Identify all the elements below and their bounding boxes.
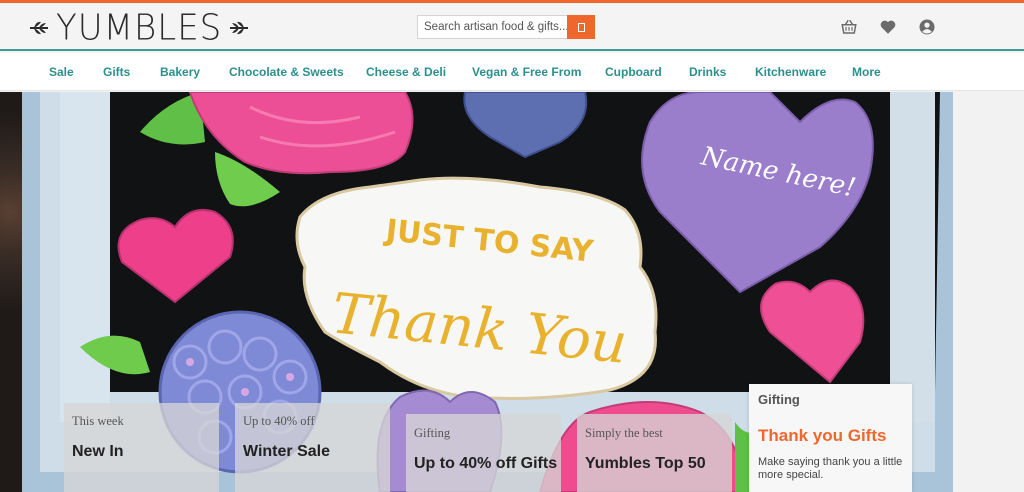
featured-panel-thank-you-gifts[interactable]: Gifting Thank you Gifts Make saying than… xyxy=(749,384,912,492)
main-nav: Sale Gifts Bakery Chocolate & Sweets Che… xyxy=(0,53,1024,91)
nav-item-chocolate-sweets[interactable]: Chocolate & Sweets xyxy=(229,65,344,79)
site-header: YUMBLES xyxy=(0,3,1024,51)
tile-kicker: Gifting xyxy=(414,426,451,440)
hero-banner[interactable]: Name here! JUST TO SAY Thank You This we… xyxy=(0,92,1024,492)
nav-item-vegan-free-from[interactable]: Vegan & Free From xyxy=(472,65,581,79)
nav-item-cheese-deli[interactable]: Cheese & Deli xyxy=(366,65,446,79)
tile-title: Winter Sale xyxy=(243,443,330,460)
search-bar xyxy=(417,15,595,39)
nav-item-cupboard[interactable]: Cupboard xyxy=(605,65,662,79)
basket-icon[interactable] xyxy=(840,18,858,36)
nav-item-gifts[interactable]: Gifts xyxy=(103,65,130,79)
promo-tile-top-50[interactable]: Simply the best Yumbles Top 50 xyxy=(577,414,732,492)
tile-title: Up to 40% off Gifts xyxy=(414,455,558,472)
tile-kicker: This week xyxy=(72,414,124,428)
header-icons xyxy=(840,18,936,36)
nav-item-sale[interactable]: Sale xyxy=(49,65,74,79)
leaf-sprig-icon xyxy=(230,21,249,35)
nav-item-bakery[interactable]: Bakery xyxy=(160,65,200,79)
nav-item-more[interactable]: More xyxy=(852,65,881,79)
featured-kicker: Gifting xyxy=(758,392,800,407)
logo-text: YUMBLES xyxy=(56,7,223,49)
site-logo[interactable]: YUMBLES xyxy=(28,7,250,49)
promo-tile-winter-sale[interactable]: Up to 40% off Winter Sale xyxy=(235,403,390,492)
tile-kicker: Simply the best xyxy=(585,426,663,440)
promo-tile-new-in[interactable]: This week New In xyxy=(64,403,219,492)
tile-kicker: Up to 40% off xyxy=(243,414,315,428)
search-input[interactable] xyxy=(418,21,568,33)
featured-title[interactable]: Thank you Gifts xyxy=(758,426,886,446)
leaf-sprig-icon xyxy=(30,21,48,35)
featured-description: Make saying thank you a little more spec… xyxy=(758,456,903,481)
search-button[interactable] xyxy=(567,15,595,39)
nav-item-drinks[interactable]: Drinks xyxy=(689,65,726,79)
heart-icon[interactable] xyxy=(879,18,897,36)
promo-tile-gifts-sale[interactable]: Gifting Up to 40% off Gifts xyxy=(406,414,561,492)
nav-item-kitchenware[interactable]: Kitchenware xyxy=(755,65,826,79)
account-icon[interactable] xyxy=(918,18,936,36)
tile-title: New In xyxy=(72,443,124,460)
search-icon xyxy=(577,22,585,32)
tile-title: Yumbles Top 50 xyxy=(585,455,706,472)
